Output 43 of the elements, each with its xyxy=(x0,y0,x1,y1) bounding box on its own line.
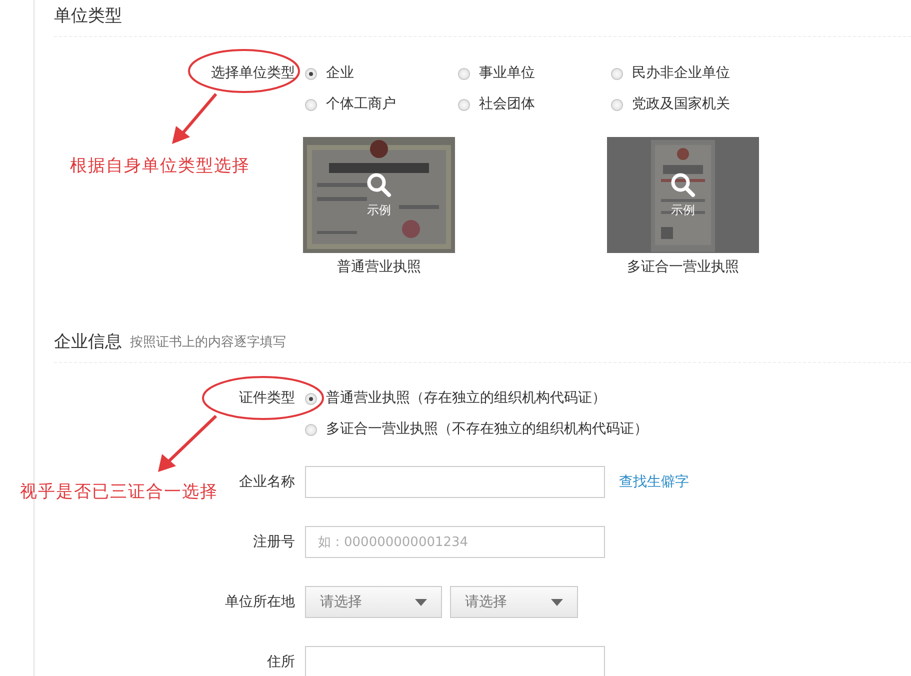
radio-button[interactable] xyxy=(305,424,317,436)
section-hint: 按照证书上的内容逐字填写 xyxy=(130,334,286,352)
caret-icon xyxy=(415,598,427,606)
radio-label[interactable]: 事业单位 xyxy=(479,63,535,84)
input-field[interactable] xyxy=(305,466,605,498)
radio-label[interactable]: 个体工商户 xyxy=(326,94,396,115)
example-label: 示例 xyxy=(671,202,695,218)
annotation-arrow xyxy=(170,92,220,146)
radio-button[interactable] xyxy=(611,98,623,110)
caret-icon xyxy=(551,598,563,606)
field-label: 证件类型 xyxy=(239,390,295,406)
link[interactable]: 查找生僻字 xyxy=(619,472,689,492)
radio-button[interactable] xyxy=(305,68,317,80)
radio-label[interactable]: 多证合一营业执照（不存在独立的组织机构代码证） xyxy=(326,419,648,440)
search-icon[interactable] xyxy=(670,172,696,198)
image-caption: 多证合一营业执照 xyxy=(627,258,739,277)
field-label: 企业名称 xyxy=(239,474,295,490)
radio-button[interactable] xyxy=(458,98,470,110)
annotation-text: 根据自身单位类型选择 xyxy=(70,155,250,178)
radio-label[interactable]: 社会团体 xyxy=(479,94,535,115)
input-field[interactable]: 如：000000000001234 xyxy=(305,526,605,558)
field-label: 单位所在地 xyxy=(225,594,295,610)
field-label: 注册号 xyxy=(253,534,295,550)
section-title: 单位类型 xyxy=(54,5,122,28)
annotation-text: 视乎是否已三证合一选择 xyxy=(20,481,218,504)
radio-label[interactable]: 党政及国家机关 xyxy=(632,94,730,115)
search-icon[interactable] xyxy=(366,172,392,198)
radio-label[interactable]: 民办非企业单位 xyxy=(632,63,730,84)
field-label: 选择单位类型 xyxy=(211,65,295,81)
radio-button[interactable] xyxy=(458,68,470,80)
dropdown[interactable]: 请选择 xyxy=(305,586,442,618)
radio-label[interactable]: 企业 xyxy=(326,63,354,84)
input-field[interactable] xyxy=(305,646,605,676)
section-title: 企业信息 xyxy=(54,331,122,354)
annotation-arrow xyxy=(156,414,220,474)
radio-label[interactable]: 普通营业执照（存在独立的组织机构代码证） xyxy=(326,388,606,409)
field-label: 住所 xyxy=(267,654,295,670)
example-label: 示例 xyxy=(367,202,391,218)
radio-button[interactable] xyxy=(305,98,317,110)
radio-button[interactable] xyxy=(611,68,623,80)
image-caption: 普通营业执照 xyxy=(337,258,421,277)
radio-button[interactable] xyxy=(305,392,317,404)
dropdown[interactable]: 请选择 xyxy=(450,586,578,618)
